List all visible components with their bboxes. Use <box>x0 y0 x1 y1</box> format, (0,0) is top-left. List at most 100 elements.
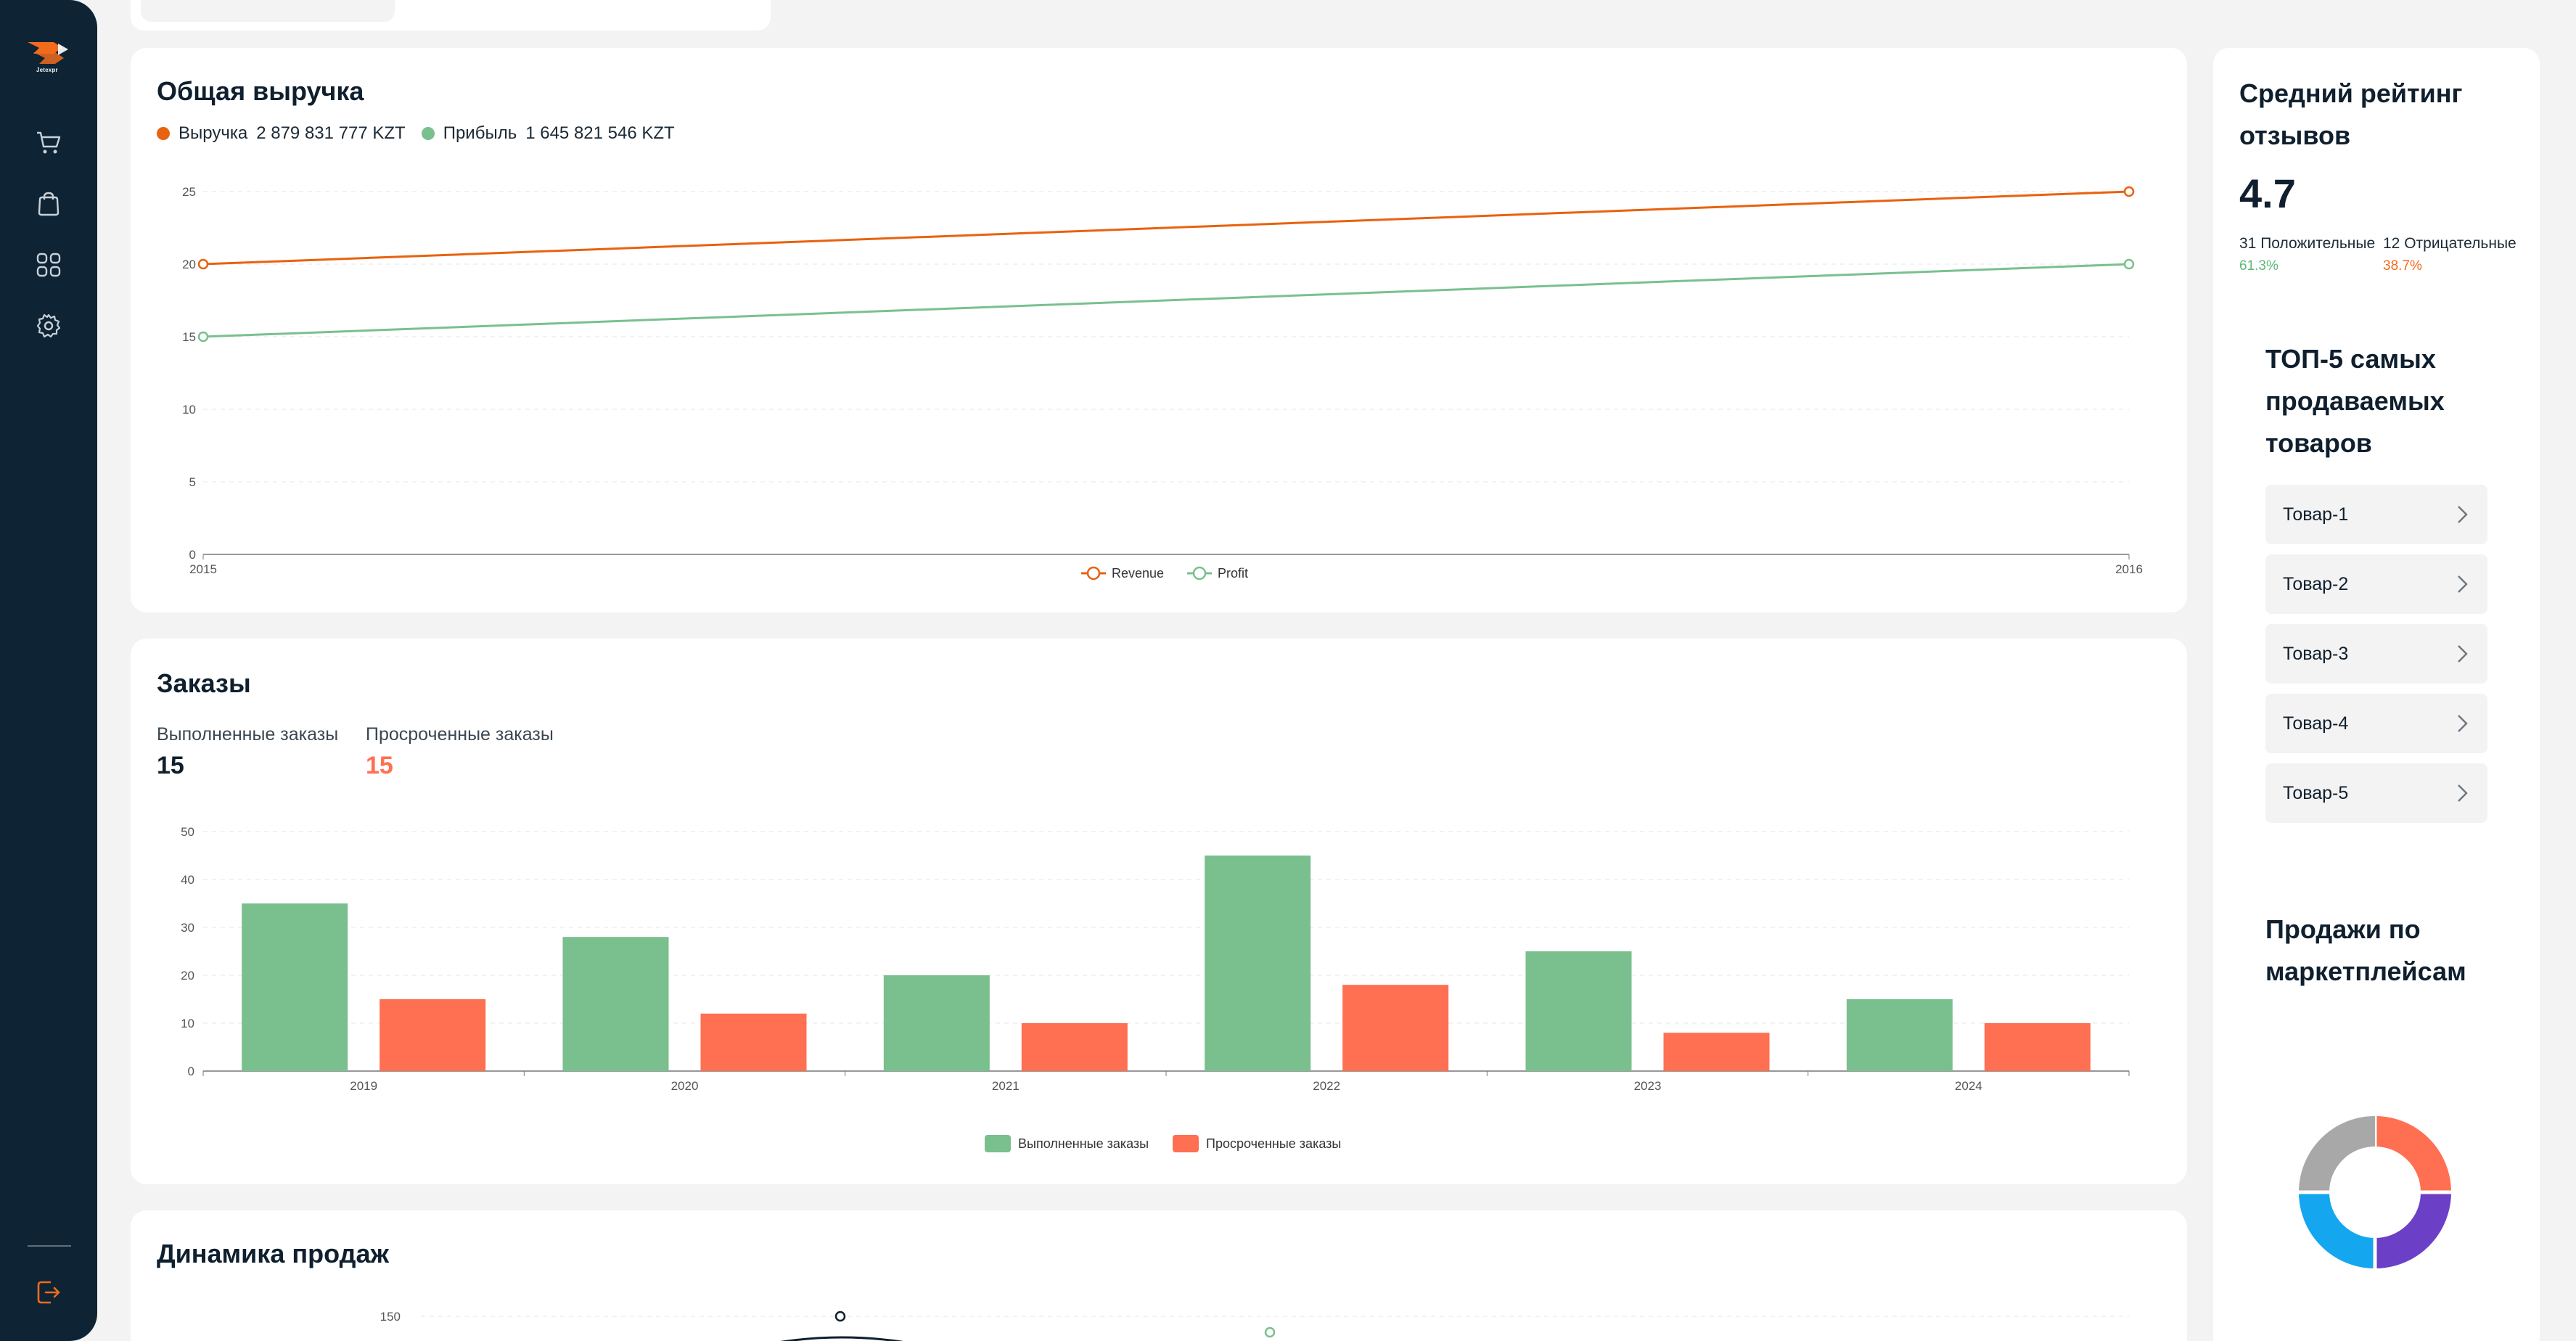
donut-slice <box>2374 1192 2451 1268</box>
y-tick-label: 25 <box>182 185 196 199</box>
logout-button[interactable] <box>32 1276 65 1309</box>
data-point <box>2123 186 2135 197</box>
orders-bar-chart: 0 10 20 30 40 50 2019 2020 2021 2022 2023 2024 Выпол… <box>181 825 2130 1152</box>
data-point <box>1264 1326 1276 1338</box>
x-tick-label: 2024 <box>1955 1079 1982 1093</box>
product-item[interactable]: Товар-1 <box>2265 485 2487 544</box>
series-line-dark <box>780 1336 903 1341</box>
bar <box>380 999 486 1071</box>
y-tick-label: 10 <box>182 403 196 417</box>
positive-reviews-label: 31 Положительные <box>2239 235 2376 252</box>
top-tab-strip <box>131 0 771 30</box>
x-tick-label: 2015 <box>189 562 217 576</box>
legend-marker <box>1192 566 1207 581</box>
bar <box>242 903 348 1071</box>
grid-icon <box>36 253 61 277</box>
y-tick-label: 0 <box>188 1065 194 1078</box>
negative-reviews-label: 12 Отрицательные <box>2383 235 2516 252</box>
sidebar: Jetexpr <box>0 0 97 1341</box>
logo[interactable]: Jetexpr <box>26 38 71 77</box>
bar <box>1021 1023 1128 1071</box>
bar <box>1205 856 1311 1071</box>
y-tick-label: 10 <box>181 1017 194 1030</box>
y-tick-label: 50 <box>181 825 194 839</box>
sales-dynamics-card: Динамика продаж 150 <box>131 1210 2187 1341</box>
legend-label: Просроченные заказы <box>1206 1136 1341 1151</box>
legend-swatch <box>1173 1135 1199 1152</box>
logo-icon <box>28 42 68 64</box>
revenue-line-chart: 0 5 10 15 20 25 2015 2016 Revenue Profit <box>182 185 2143 581</box>
product-item[interactable]: Товар-2 <box>2265 554 2487 614</box>
product-item[interactable]: Товар-4 <box>2265 694 2487 753</box>
series-line-revenue <box>202 190 2130 266</box>
product-item[interactable]: Товар-5 <box>2265 763 2487 823</box>
data-point <box>197 331 209 343</box>
rating-title: Средний рейтинг отзывов <box>2239 78 2463 150</box>
right-panel: Средний рейтинг отзывов 4.7 31 Положител… <box>2213 48 2540 1341</box>
legend-swatch <box>985 1135 1011 1152</box>
app-root: Jetexpr Общая выручка Выручка 2 879 831 … <box>0 0 2576 1341</box>
product-name: Товар-5 <box>2283 782 2349 803</box>
legend-label: Revenue <box>1112 566 1164 581</box>
sales-dynamics-chart: 150 <box>380 1310 2129 1341</box>
donut-slice <box>2374 1116 2451 1193</box>
bar <box>1984 1023 2091 1071</box>
chevron-right-icon <box>2458 784 2468 802</box>
sidebar-item-cart[interactable] <box>32 126 65 160</box>
legend-marker <box>1086 566 1101 581</box>
bar <box>1525 951 1632 1071</box>
y-tick-label: 0 <box>189 548 196 562</box>
x-tick-label: 2016 <box>2115 562 2143 576</box>
bar <box>562 937 669 1071</box>
rating-value: 4.7 <box>2239 171 2296 216</box>
negative-reviews-percent: 38.7% <box>2383 258 2422 274</box>
data-point <box>197 258 209 270</box>
chevron-right-icon <box>2458 506 2468 523</box>
series-line-profit <box>202 263 2130 338</box>
bar <box>1342 985 1449 1071</box>
product-name: Товар-3 <box>2283 643 2349 664</box>
top-products-title: ТОП-5 самых продаваемых товаров <box>2265 344 2445 458</box>
chevron-right-icon <box>2458 715 2468 732</box>
x-tick-label: 2021 <box>992 1079 1020 1093</box>
donut-slice <box>2299 1116 2376 1193</box>
logo-text: Jetexpr <box>36 67 58 73</box>
bar <box>1846 999 1953 1071</box>
sidebar-item-settings[interactable] <box>32 309 65 343</box>
chevron-right-icon <box>2458 645 2468 663</box>
bar <box>883 975 990 1071</box>
sidebar-item-bag[interactable] <box>32 187 65 221</box>
orders-card: Заказы Выполненные заказы 15 Просроченны… <box>131 639 2187 1184</box>
y-tick-label: 5 <box>189 475 196 489</box>
x-tick-label: 2019 <box>350 1079 377 1093</box>
data-point <box>2123 258 2135 270</box>
legend-label: Profit <box>1218 566 1248 581</box>
product-item[interactable]: Товар-3 <box>2265 624 2487 684</box>
bar <box>1663 1033 1770 1071</box>
y-tick-label: 20 <box>182 258 196 271</box>
sidebar-divider <box>28 1245 71 1247</box>
product-name: Товар-4 <box>2283 713 2349 734</box>
cart-icon <box>37 131 61 154</box>
bar <box>700 1013 807 1071</box>
tab-active[interactable] <box>141 0 395 22</box>
bag-icon <box>38 192 60 216</box>
data-point <box>834 1311 846 1322</box>
x-tick-label: 2023 <box>1634 1079 1662 1093</box>
marketplaces-donut-chart <box>2299 1116 2451 1268</box>
y-tick-label: 20 <box>181 969 194 983</box>
y-tick-label: 30 <box>181 921 194 935</box>
x-tick-label: 2022 <box>1313 1079 1340 1093</box>
product-name: Товар-2 <box>2283 573 2349 594</box>
positive-reviews-percent: 61.3% <box>2239 258 2278 274</box>
y-tick-label: 40 <box>181 873 194 887</box>
y-tick-label: 15 <box>182 330 196 344</box>
chevron-right-icon <box>2458 575 2468 593</box>
donut-slice <box>2299 1192 2376 1268</box>
y-tick-label: 150 <box>380 1310 401 1324</box>
product-name: Товар-1 <box>2283 504 2349 525</box>
logout-icon <box>37 1281 60 1304</box>
marketplaces-title: Продажи по маркетплейсам <box>2265 914 2466 986</box>
sidebar-item-dashboard[interactable] <box>32 248 65 282</box>
revenue-card: Общая выручка Выручка 2 879 831 777 KZT … <box>131 48 2187 612</box>
